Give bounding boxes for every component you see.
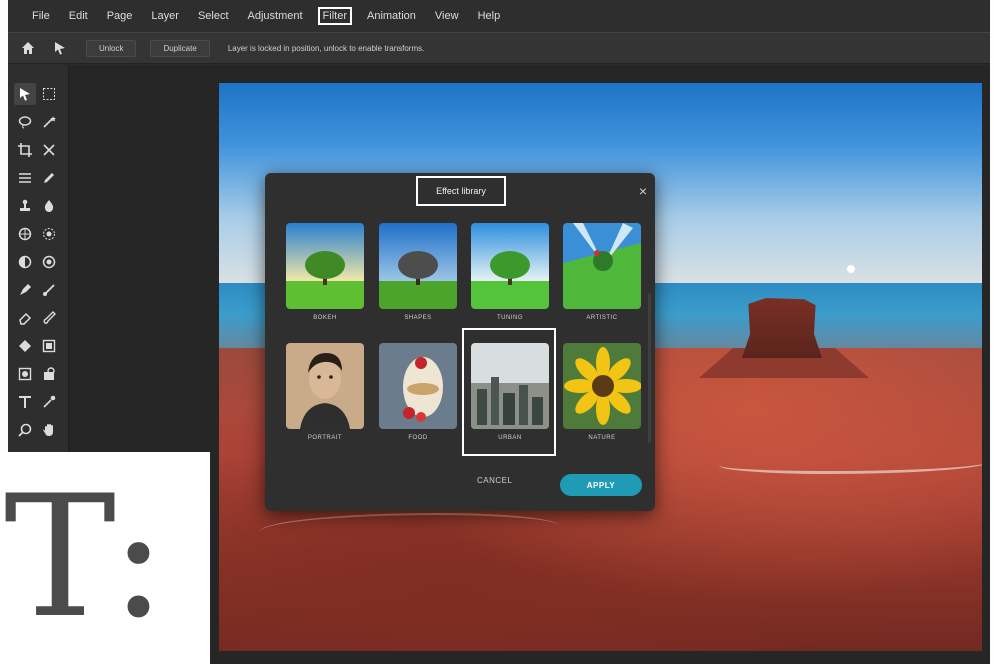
effect-tuning[interactable]: TUNING: [471, 223, 549, 321]
blur-drop-icon[interactable]: [38, 195, 60, 217]
urban-selection-highlight: [462, 328, 556, 456]
effect-thumbnail: [563, 223, 641, 309]
eraser-icon[interactable]: [14, 307, 36, 329]
cancel-button[interactable]: CANCEL: [477, 476, 512, 485]
menu-animation[interactable]: Animation: [363, 7, 420, 25]
tool-palette: [8, 65, 69, 465]
duplicate-button[interactable]: Duplicate: [150, 39, 210, 57]
effect-thumbnail: [563, 343, 641, 429]
logo-mark: T:: [4, 459, 167, 655]
smudge-icon[interactable]: [38, 307, 60, 329]
zoom-icon[interactable]: [14, 419, 36, 441]
effect-portrait[interactable]: PORTRAIT: [286, 343, 364, 441]
effect-label: NATURE: [588, 435, 616, 441]
options-bar: Unlock Duplicate Layer is locked in posi…: [8, 32, 990, 64]
magic-wand-icon[interactable]: [38, 111, 60, 133]
lines-tool-icon[interactable]: [14, 167, 36, 189]
unlock-button[interactable]: Unlock: [86, 39, 137, 57]
bottom-border: [210, 664, 993, 670]
menu-page[interactable]: Page: [103, 7, 137, 25]
effect-library-dialog: Effect library × BOKEH SHAPES TUNING ART…: [265, 173, 655, 511]
lock-message: Layer is locked in position, unlock to e…: [227, 43, 425, 53]
move-arrow-icon[interactable]: [48, 36, 72, 60]
pen-tool-icon[interactable]: [14, 279, 36, 301]
effect-label: BOKEH: [313, 315, 337, 321]
effect-thumbnail: [379, 343, 457, 429]
pencil-tool-icon[interactable]: [38, 167, 60, 189]
eyedropper-icon[interactable]: [38, 391, 60, 413]
dialog-scrollbar[interactable]: [648, 293, 651, 443]
menu-help[interactable]: Help: [474, 7, 505, 25]
effect-food[interactable]: FOOD: [379, 343, 457, 441]
effect-thumbnail: [379, 223, 457, 309]
text-tool-icon[interactable]: [14, 391, 36, 413]
effect-label: SHAPES: [404, 315, 432, 321]
sponge-icon[interactable]: [14, 223, 36, 245]
dialog-title: Effect library: [416, 176, 506, 206]
paint-bucket-icon[interactable]: [14, 335, 36, 357]
effect-thumbnail: [471, 223, 549, 309]
close-icon[interactable]: ×: [639, 183, 647, 199]
canvas-moon: [847, 265, 855, 273]
gradient-icon[interactable]: [38, 335, 60, 357]
brush-tool-icon[interactable]: [38, 279, 60, 301]
move-tool-icon[interactable]: [14, 83, 36, 105]
dodge-icon[interactable]: [14, 251, 36, 273]
effect-artistic[interactable]: ARTISTIC: [563, 223, 641, 321]
burn-icon[interactable]: [38, 251, 60, 273]
effect-thumbnail: [286, 343, 364, 429]
menu-adjustment[interactable]: Adjustment: [244, 7, 307, 25]
logo-overlay: T:: [0, 452, 210, 670]
menu-layer[interactable]: Layer: [147, 7, 183, 25]
effect-label: ARTISTIC: [586, 315, 618, 321]
cut-tool-icon[interactable]: [38, 139, 60, 161]
shape-icon[interactable]: [14, 363, 36, 385]
lasso-tool-icon[interactable]: [14, 111, 36, 133]
menu-view[interactable]: View: [431, 7, 463, 25]
menu-select[interactable]: Select: [194, 7, 233, 25]
effect-nature[interactable]: NATURE: [563, 343, 641, 441]
spot-heal-icon[interactable]: [38, 223, 60, 245]
effect-label: FOOD: [408, 435, 428, 441]
effect-thumbnail: [286, 223, 364, 309]
apply-button[interactable]: APPLY: [560, 474, 642, 496]
crop-tool-icon[interactable]: [14, 139, 36, 161]
effect-bokeh[interactable]: BOKEH: [286, 223, 364, 321]
menu-file[interactable]: File: [28, 7, 54, 25]
menu-filter[interactable]: Filter: [317, 7, 352, 25]
hand-icon[interactable]: [38, 419, 60, 441]
marquee-tool-icon[interactable]: [38, 83, 60, 105]
canvas-mesa: [742, 298, 822, 358]
clone-stamp-icon[interactable]: [14, 195, 36, 217]
effect-label: TUNING: [497, 315, 523, 321]
fill-icon[interactable]: [38, 363, 60, 385]
effect-label: PORTRAIT: [307, 435, 343, 441]
effect-shapes[interactable]: SHAPES: [379, 223, 457, 321]
home-icon[interactable]: [16, 36, 40, 60]
menu-edit[interactable]: Edit: [65, 7, 92, 25]
menu-bar: File Edit Page Layer Select Adjustment F…: [8, 0, 990, 32]
